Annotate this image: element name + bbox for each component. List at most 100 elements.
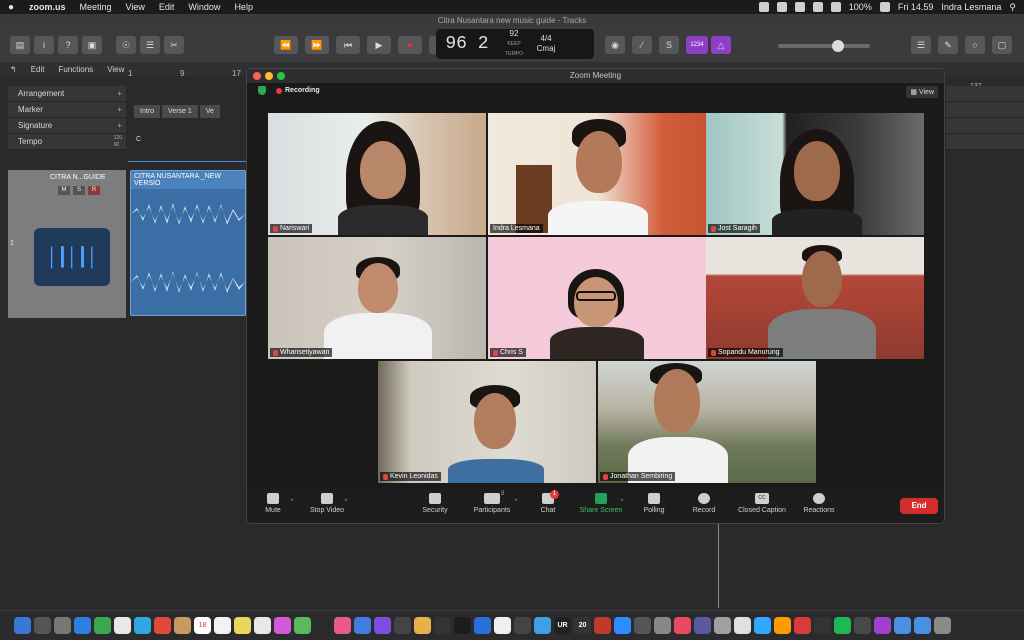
audio-region[interactable]: CITRA NUSANTARA _NEW VERSIO [130, 170, 246, 316]
browsers-icon[interactable]: ▢ [992, 36, 1012, 54]
status-icon[interactable] [794, 2, 805, 12]
record-meeting-button[interactable]: Record [690, 493, 718, 514]
folder-icon[interactable] [914, 617, 931, 634]
share-options-chevron-icon[interactable]: ⌃ [619, 498, 625, 506]
functions-menu[interactable]: Functions [59, 65, 94, 74]
mixer-icon[interactable]: ☰ [140, 36, 160, 54]
app-icon[interactable] [654, 617, 671, 634]
photos-icon[interactable] [274, 617, 291, 634]
back-icon[interactable]: ↰ [10, 65, 17, 74]
calendar-icon[interactable]: 18 [194, 617, 211, 634]
chrome-icon[interactable] [114, 617, 131, 634]
list-editors-icon[interactable]: ☰ [911, 36, 931, 54]
app-icon[interactable] [494, 617, 511, 634]
chat-button[interactable]: 1 Chat [537, 490, 559, 514]
mute-button[interactable]: Mute [261, 493, 285, 514]
app-icon[interactable] [514, 617, 531, 634]
app-icon[interactable] [634, 617, 651, 634]
info-icon[interactable]: i [34, 36, 54, 54]
view-button[interactable]: ▦ View [906, 86, 938, 98]
spotlight-icon[interactable]: ⚲ [1009, 2, 1016, 13]
reactions-button[interactable]: Reactions [801, 493, 837, 514]
volume-icon[interactable] [830, 2, 841, 12]
global-track-arrangement[interactable]: Arrangement + [8, 86, 126, 102]
video-tile[interactable]: Whansetiyawan [268, 237, 486, 359]
status-icon[interactable] [758, 2, 769, 12]
master-volume-slider[interactable] [778, 40, 870, 52]
safari-icon[interactable] [74, 617, 91, 634]
view-menu[interactable]: View [107, 65, 124, 74]
loops-icon[interactable]: ○ [965, 36, 985, 54]
library-icon[interactable]: ▤ [10, 36, 30, 54]
logic-pro-icon[interactable] [454, 617, 471, 634]
smart-controls-icon[interactable]: ☉ [116, 36, 136, 54]
count-in-button[interactable]: 1234 [686, 36, 708, 54]
trash-icon[interactable] [934, 617, 951, 634]
global-track-tempo[interactable]: Tempo 120 60 [8, 134, 126, 150]
app-icon[interactable] [814, 617, 831, 634]
keynote-icon[interactable] [354, 617, 371, 634]
imovie-icon[interactable] [374, 617, 391, 634]
menu-edit[interactable]: Edit [152, 2, 182, 12]
recording-indicator[interactable]: Recording [276, 87, 320, 94]
music-icon[interactable] [334, 617, 351, 634]
mute-track-button[interactable]: M [58, 186, 70, 195]
edit-menu[interactable]: Edit [31, 65, 45, 74]
video-tile[interactable]: Jost Saragih [706, 113, 924, 235]
participants-options-chevron-icon[interactable]: ⌃ [513, 498, 519, 506]
mail-icon[interactable] [134, 617, 151, 634]
wifi-icon[interactable] [812, 2, 823, 12]
toolbar-icon[interactable]: ▣ [82, 36, 102, 54]
menu-user[interactable]: Indra Lesmana [941, 2, 1001, 12]
encryption-shield-icon[interactable] [258, 86, 266, 95]
video-options-chevron-icon[interactable]: ⌃ [343, 498, 349, 506]
close-window-button[interactable] [253, 72, 261, 80]
audio-options-chevron-icon[interactable]: ⌃ [289, 498, 295, 506]
facetime-icon[interactable] [294, 617, 311, 634]
marker-verse-2[interactable]: Ve [199, 105, 220, 118]
photoshop-icon[interactable] [754, 617, 771, 634]
global-track-signature[interactable]: Signature + [8, 118, 126, 134]
reminders-icon[interactable] [254, 617, 271, 634]
lcd-display[interactable]: 96 2 92 KEEP TEMPO 4/4 Cmaj [436, 29, 594, 59]
apple-menu-icon[interactable]: ● [0, 2, 22, 13]
app-icon[interactable] [734, 617, 751, 634]
app-icon[interactable] [714, 617, 731, 634]
app-icon[interactable] [874, 617, 891, 634]
video-tile[interactable]: Indra Lesmana [488, 113, 706, 235]
volume-knob[interactable] [832, 40, 844, 52]
app-icon[interactable] [394, 617, 411, 634]
battery-icon[interactable] [879, 2, 890, 12]
menu-view[interactable]: View [119, 2, 152, 12]
marker-intro[interactable]: Intro [134, 105, 161, 118]
go-to-start-button[interactable]: ⏮ [336, 36, 360, 54]
track-header[interactable]: 1 CITRA N...GUIDE M S R │┃│┃│ [8, 170, 126, 318]
app-icon[interactable] [674, 617, 691, 634]
menu-help[interactable]: Help [227, 2, 260, 12]
app-icon[interactable] [594, 617, 611, 634]
launchpad-icon[interactable] [54, 617, 71, 634]
stickies-icon[interactable] [234, 617, 251, 634]
menu-clock[interactable]: Fri 14.59 [898, 2, 934, 12]
record-button[interactable]: ● [398, 36, 422, 54]
solo-icon[interactable]: S [659, 36, 679, 54]
spotify-icon[interactable] [834, 617, 851, 634]
end-meeting-button[interactable]: End [900, 498, 938, 514]
help-icon[interactable]: ? [58, 36, 78, 54]
contacts-icon[interactable] [174, 617, 191, 634]
app-icon[interactable]: 20 [574, 617, 591, 634]
fast-forward-button[interactable]: ⏩ [305, 36, 329, 54]
app-icon[interactable] [154, 617, 171, 634]
menu-window[interactable]: Window [181, 2, 227, 12]
video-tile[interactable]: Kevin Leonidas [378, 361, 596, 483]
zoom-app-icon[interactable] [614, 617, 631, 634]
polling-button[interactable]: Polling [640, 493, 668, 514]
app-icon[interactable] [434, 617, 451, 634]
editors-icon[interactable]: ✂ [164, 36, 184, 54]
ur-app-icon[interactable]: UR [554, 617, 571, 634]
video-tile[interactable]: Nariswari [268, 113, 486, 235]
participants-button[interactable]: Participants [469, 493, 515, 514]
tempo-line[interactable] [128, 152, 246, 162]
share-screen-button[interactable]: Share Screen [577, 493, 625, 514]
tuner-icon[interactable]: ⁄ [632, 36, 652, 54]
